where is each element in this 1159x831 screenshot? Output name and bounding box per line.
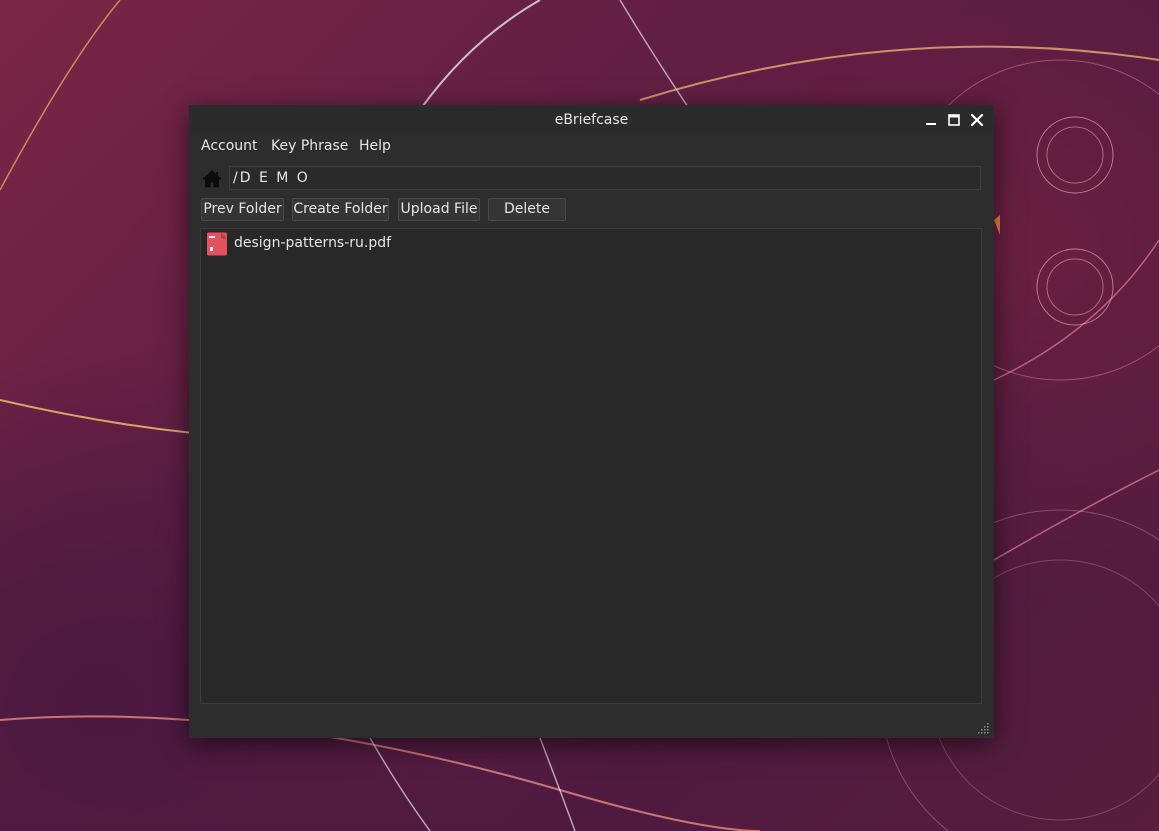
- list-item[interactable]: design-patterns-ru.pdf: [205, 232, 505, 256]
- menu-account[interactable]: Account: [199, 135, 260, 161]
- pdf-file-icon: [207, 232, 227, 256]
- upload-file-button[interactable]: Upload File: [398, 198, 480, 221]
- create-folder-button[interactable]: Create Folder: [292, 198, 389, 221]
- menu-help[interactable]: Help: [357, 135, 393, 161]
- maximize-icon[interactable]: [945, 111, 963, 129]
- app-window: eBriefcase Account Key Phrase Help /D E …: [189, 105, 994, 738]
- prev-folder-button[interactable]: Prev Folder: [201, 198, 284, 221]
- close-icon[interactable]: [968, 111, 986, 129]
- file-name: design-patterns-ru.pdf: [234, 235, 392, 251]
- desktop: eBriefcase Account Key Phrase Help /D E …: [0, 0, 1159, 831]
- delete-button[interactable]: Delete: [488, 198, 566, 221]
- title-bar[interactable]: eBriefcase: [189, 105, 994, 135]
- path-input[interactable]: /D E M O: [229, 166, 981, 190]
- home-icon[interactable]: [202, 169, 222, 189]
- menu-bar: Account Key Phrase Help: [189, 135, 994, 161]
- menu-key-phrase[interactable]: Key Phrase: [269, 135, 350, 161]
- resize-grip-icon[interactable]: [978, 722, 990, 734]
- minimize-icon[interactable]: [922, 111, 940, 129]
- file-list[interactable]: design-patterns-ru.pdf: [200, 228, 982, 704]
- window-title: eBriefcase: [554, 112, 629, 128]
